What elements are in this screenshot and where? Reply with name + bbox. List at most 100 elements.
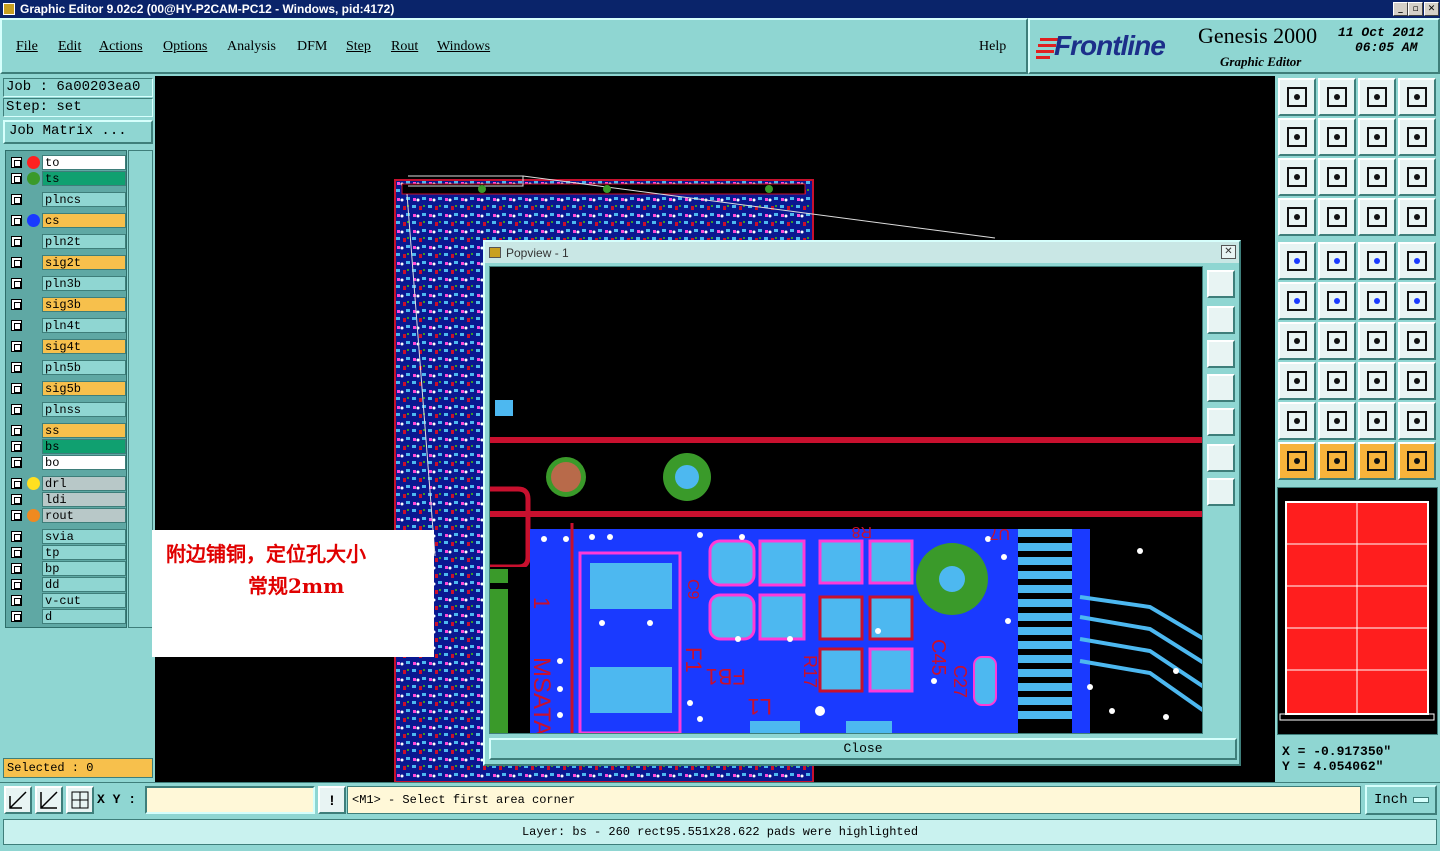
menu-help[interactable]: Help	[979, 39, 1006, 55]
layer-checkbox[interactable]	[11, 320, 22, 331]
layer-checkbox[interactable]	[11, 157, 22, 168]
measure-icon[interactable]	[35, 786, 63, 814]
shapes-icon[interactable]	[1398, 362, 1436, 400]
s-curve-icon[interactable]	[1398, 118, 1436, 156]
layer-checkbox[interactable]	[11, 173, 22, 184]
layer-name[interactable]: cs	[42, 213, 126, 228]
angle-icon[interactable]	[1278, 322, 1316, 360]
layer-checkbox[interactable]	[11, 362, 22, 373]
alert-icon[interactable]: !	[318, 786, 346, 814]
flip-icon[interactable]	[1398, 322, 1436, 360]
layer-name[interactable]: bs	[42, 439, 126, 454]
layer-row-ts[interactable]: ts	[8, 171, 126, 186]
popview-zoom-in-button[interactable]	[1207, 478, 1235, 506]
layer-name[interactable]: sig2t	[42, 255, 126, 270]
maximize-button[interactable]: ▫	[1408, 2, 1423, 16]
layer-list-scrollbar[interactable]	[128, 150, 153, 628]
layer-checkbox[interactable]	[11, 441, 22, 452]
menu-analysis[interactable]: Analysis	[227, 39, 276, 55]
units-selector[interactable]: Inch	[1365, 785, 1437, 815]
layer-name[interactable]: tp	[42, 545, 126, 560]
layer-row-ss[interactable]: ss	[8, 423, 126, 438]
zoom-in-icon[interactable]	[1318, 158, 1356, 196]
layer-name[interactable]: to	[42, 155, 126, 170]
popview-pan-up-button[interactable]	[1207, 306, 1235, 334]
cut-line-icon[interactable]	[1318, 242, 1356, 280]
minimize-button[interactable]: _	[1393, 2, 1408, 16]
home-icon[interactable]	[1278, 78, 1316, 116]
pointer-icon[interactable]	[1278, 442, 1316, 480]
layer-checkbox[interactable]	[11, 194, 22, 205]
house-icon[interactable]	[1358, 78, 1396, 116]
layer-checkbox[interactable]	[11, 547, 22, 558]
menu-edit[interactable]: Edit	[58, 39, 81, 55]
layer-checkbox[interactable]	[11, 510, 22, 521]
menu-file[interactable]: File	[16, 39, 38, 55]
grid-icon[interactable]	[1318, 198, 1356, 236]
layer-row-pln5b[interactable]: pln5b	[8, 360, 126, 375]
layer-checkbox[interactable]	[11, 611, 22, 622]
menu-dfm[interactable]: DFM	[297, 39, 327, 55]
layer-row-cs[interactable]: cs	[8, 213, 126, 228]
popview-titlebar[interactable]: Popview - 1 ✕	[485, 242, 1239, 263]
layer-checkbox[interactable]	[11, 383, 22, 394]
layer-row-rout[interactable]: rout	[8, 508, 126, 523]
slash-icon[interactable]	[1318, 322, 1356, 360]
menu-windows[interactable]: Windows	[437, 39, 490, 55]
layer-name[interactable]: ss	[42, 423, 126, 438]
layer-checkbox[interactable]	[11, 278, 22, 289]
menu-step[interactable]: Step	[346, 39, 371, 55]
layer-checkbox[interactable]	[11, 494, 22, 505]
popview-canvas[interactable]: 1 MSATA1 F1 C9 FB1 R17 C45 C27 L1 R8 U7	[489, 266, 1203, 734]
menu-actions[interactable]: Actions	[99, 39, 143, 55]
layer-name[interactable]: v-cut	[42, 593, 126, 608]
layer-checkbox[interactable]	[11, 478, 22, 489]
layer-row-d[interactable]: d	[8, 609, 126, 624]
layer-row-drl[interactable]: drl	[8, 476, 126, 491]
step-repeat-icon[interactable]	[1358, 118, 1396, 156]
x-cross-icon[interactable]	[1318, 282, 1356, 320]
move-node-icon[interactable]	[1278, 362, 1316, 400]
help-icon[interactable]	[1398, 158, 1436, 196]
popview-pan-right-button[interactable]	[1207, 408, 1235, 436]
snap-icon[interactable]	[4, 786, 32, 814]
layer-checkbox[interactable]	[11, 579, 22, 590]
layer-name[interactable]: svia	[42, 529, 126, 544]
layer-name[interactable]: bo	[42, 455, 126, 470]
layer-name[interactable]: pln2t	[42, 234, 126, 249]
layer-name[interactable]: sig5b	[42, 381, 126, 396]
minus-line-icon[interactable]	[1318, 362, 1356, 400]
layer-row-plnss[interactable]: plnss	[8, 402, 126, 417]
node-icon[interactable]	[1278, 282, 1316, 320]
layer-name[interactable]: drl	[42, 476, 126, 491]
layer-name[interactable]: ts	[42, 171, 126, 186]
layer-checkbox[interactable]	[11, 404, 22, 415]
grid-icon[interactable]	[66, 786, 94, 814]
layer-row-sig4t[interactable]: sig4t	[8, 339, 126, 354]
menu-options[interactable]: Options	[163, 39, 207, 55]
job-matrix-button[interactable]: Job Matrix ...	[3, 120, 153, 144]
layer-name[interactable]: bp	[42, 561, 126, 576]
layer-row-sig3b[interactable]: sig3b	[8, 297, 126, 312]
layer-row-pln3b[interactable]: pln3b	[8, 276, 126, 291]
pointer-select-icon[interactable]	[1358, 442, 1396, 480]
popview-pan-left-button[interactable]	[1207, 374, 1235, 402]
route-icon[interactable]	[1398, 442, 1436, 480]
layer-checkbox[interactable]	[11, 531, 22, 542]
layer-row-dd[interactable]: dd	[8, 577, 126, 592]
rotate-icon[interactable]	[1358, 322, 1396, 360]
triangle-icon[interactable]	[1278, 402, 1316, 440]
pad-icon[interactable]	[1398, 242, 1436, 280]
triangle-alt-icon[interactable]	[1318, 402, 1356, 440]
component-icon[interactable]	[1358, 198, 1396, 236]
popview-zoom-window-button[interactable]	[1207, 270, 1235, 298]
layer-row-plncs[interactable]: plncs	[8, 192, 126, 207]
layer-row-sig5b[interactable]: sig5b	[8, 381, 126, 396]
pen-tool-icon[interactable]	[1278, 198, 1316, 236]
layer-name[interactable]: dd	[42, 577, 126, 592]
layer-row-v-cut[interactable]: v-cut	[8, 593, 126, 608]
split-view-icon[interactable]	[1398, 78, 1436, 116]
layer-row-tp[interactable]: tp	[8, 545, 126, 560]
trapezoid-icon[interactable]	[1358, 402, 1396, 440]
layer-row-to[interactable]: to	[8, 155, 126, 170]
